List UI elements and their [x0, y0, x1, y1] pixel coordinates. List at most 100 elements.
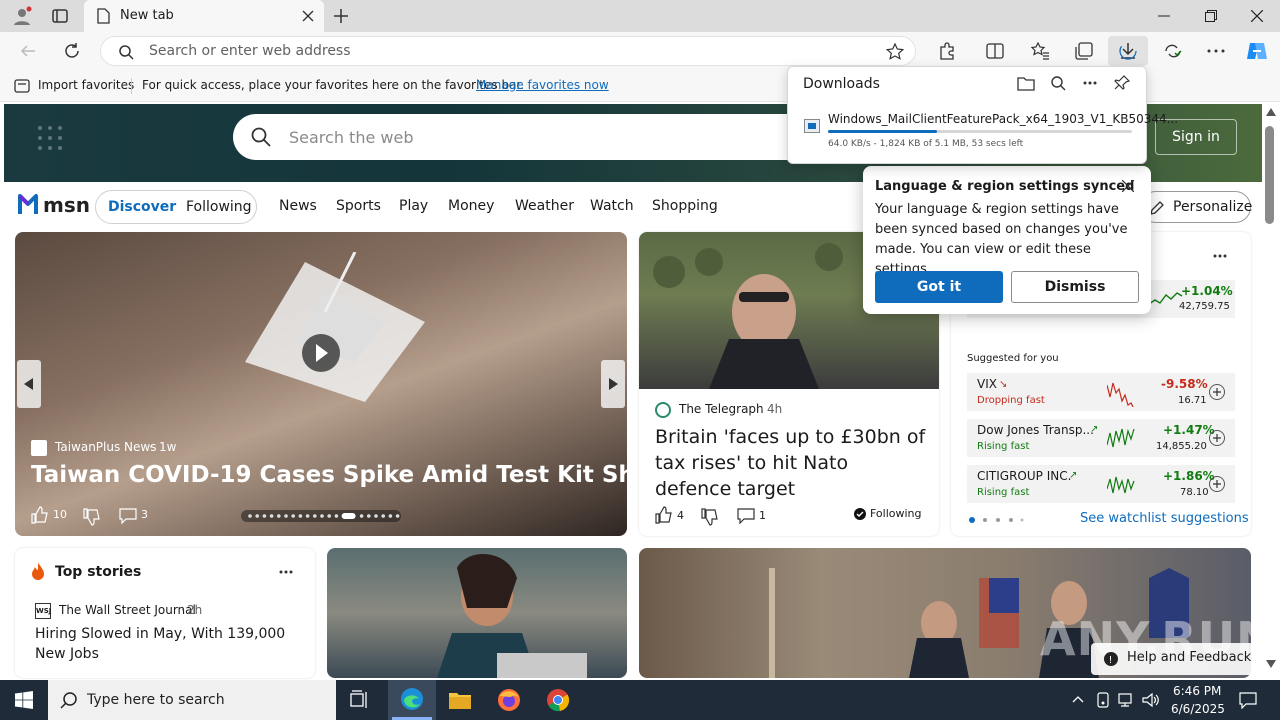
- tray-device-icon[interactable]: [1096, 692, 1110, 708]
- play-video-icon[interactable]: [301, 333, 341, 373]
- more-options-icon[interactable]: [1207, 49, 1225, 53]
- story-source[interactable]: The Telegraph: [679, 402, 764, 416]
- dislike-icon[interactable]: [83, 508, 101, 526]
- pin-icon[interactable]: [1114, 75, 1130, 91]
- pager-dot[interactable]: [374, 514, 378, 518]
- page-scrollbar[interactable]: [1262, 104, 1280, 676]
- pager-dot[interactable]: [395, 514, 400, 518]
- dismiss-button[interactable]: Dismiss: [1011, 271, 1139, 303]
- pager-dot[interactable]: [320, 514, 324, 518]
- story-source[interactable]: TaiwanPlus News: [55, 440, 156, 454]
- address-bar[interactable]: Search or enter web address: [100, 36, 916, 66]
- main-story-card[interactable]: TaiwanPlus News · 1w Taiwan COVID-19 Cas…: [15, 232, 627, 536]
- pager-dot[interactable]: [291, 514, 295, 518]
- watchlist-row-citi[interactable]: CITIGROUP INC. ↗ Rising fast +1.86% 78.1…: [967, 465, 1235, 503]
- profile-icon[interactable]: [12, 6, 32, 26]
- add-favorite-icon[interactable]: [886, 43, 904, 61]
- favorites-icon[interactable]: [1031, 42, 1049, 60]
- clock-time[interactable]: 6:46 PM: [1173, 684, 1221, 698]
- scroll-down-icon[interactable]: [1266, 660, 1276, 668]
- tab-new-tab[interactable]: New tab: [84, 0, 324, 32]
- open-folder-icon[interactable]: [1017, 75, 1035, 91]
- more-options-icon[interactable]: [279, 570, 293, 574]
- new-tab-icon[interactable]: [333, 8, 349, 24]
- watchlist-pager[interactable]: [969, 516, 1029, 524]
- pager-dot[interactable]: [334, 514, 339, 518]
- nav-news[interactable]: News: [279, 198, 317, 214]
- web-search-box[interactable]: Search the web: [233, 114, 833, 160]
- pager-dot[interactable]: [327, 514, 331, 518]
- pager-dot[interactable]: [305, 514, 310, 518]
- tab-discover[interactable]: Discover: [108, 199, 176, 215]
- refresh-icon[interactable]: [63, 42, 81, 60]
- add-watchlist-icon[interactable]: [1209, 384, 1225, 400]
- windows-start-icon[interactable]: [15, 691, 33, 709]
- close-window-icon[interactable]: [1251, 10, 1263, 22]
- carousel-prev-button[interactable]: [17, 360, 41, 408]
- taskbar-edge-button[interactable]: [388, 680, 436, 720]
- pager-dot[interactable]: [277, 514, 281, 518]
- download-file-name[interactable]: Windows_MailClientFeaturePack_x64_1903_V…: [828, 112, 1178, 126]
- like-icon[interactable]: [31, 506, 49, 524]
- story-headline[interactable]: Britain 'faces up to £30bn of tax rises'…: [655, 424, 929, 502]
- collections-icon[interactable]: [1075, 42, 1093, 60]
- pager-dot[interactable]: [298, 514, 303, 518]
- file-explorer-icon[interactable]: [448, 689, 472, 711]
- network-icon[interactable]: [1118, 692, 1136, 708]
- pager-dot[interactable]: [359, 514, 364, 518]
- notifications-icon[interactable]: [1239, 691, 1257, 709]
- watchlist-row-dow[interactable]: Dow Jones Transp... ↗ Rising fast +1.47%…: [967, 419, 1235, 457]
- got-it-button[interactable]: Got it: [875, 271, 1003, 303]
- clock-date[interactable]: 6/6/2025: [1171, 702, 1225, 716]
- add-watchlist-icon[interactable]: [1209, 476, 1225, 492]
- following-label[interactable]: Following: [870, 507, 922, 520]
- minimize-icon[interactable]: [1158, 15, 1170, 17]
- scroll-up-icon[interactable]: [1266, 108, 1276, 116]
- close-icon[interactable]: [1122, 180, 1134, 192]
- firefox-icon[interactable]: [497, 688, 521, 712]
- nav-money[interactable]: Money: [448, 198, 494, 214]
- tab-following[interactable]: Following: [186, 199, 252, 215]
- pager-dot[interactable]: [262, 514, 267, 518]
- apps-grid-icon[interactable]: [34, 122, 66, 154]
- split-screen-icon[interactable]: [986, 42, 1004, 60]
- story-headline[interactable]: Taiwan COVID-19 Cases Spike Amid Test Ki…: [31, 462, 627, 488]
- msn-logo[interactable]: [16, 190, 42, 218]
- pager-dot[interactable]: [269, 514, 274, 518]
- carousel-pager[interactable]: [241, 510, 401, 522]
- nav-sports[interactable]: Sports: [336, 198, 381, 214]
- watchlist-row-vix[interactable]: VIX ↘ Dropping fast -9.58% 16.71: [967, 373, 1235, 411]
- extensions-icon[interactable]: [938, 42, 956, 60]
- pager-dot[interactable]: [255, 514, 259, 518]
- back-icon[interactable]: [20, 43, 36, 59]
- dislike-icon[interactable]: [701, 508, 719, 526]
- nav-watch[interactable]: Watch: [590, 198, 634, 214]
- copilot-icon[interactable]: [1245, 39, 1269, 63]
- carousel-next-button[interactable]: [601, 360, 625, 408]
- more-options-icon[interactable]: [1213, 254, 1227, 258]
- task-view-icon[interactable]: [350, 690, 370, 710]
- help-feedback-button[interactable]: ! Help and Feedback: [1091, 643, 1254, 675]
- chrome-icon[interactable]: [546, 688, 570, 712]
- add-watchlist-icon[interactable]: [1209, 430, 1225, 446]
- pager-dot[interactable]: [248, 514, 252, 518]
- comment-icon[interactable]: [119, 508, 137, 524]
- manage-favorites-link[interactable]: Manage favorites now: [476, 78, 609, 92]
- downloads-button[interactable]: [1108, 36, 1148, 66]
- tray-chevron-icon[interactable]: [1072, 695, 1084, 703]
- taskbar-search-box[interactable]: Type here to search: [48, 680, 336, 720]
- browser-essentials-icon[interactable]: [1163, 42, 1183, 60]
- nav-weather[interactable]: Weather: [515, 198, 574, 214]
- like-icon[interactable]: [655, 506, 673, 524]
- search-downloads-icon[interactable]: [1050, 75, 1066, 91]
- import-favorites-link[interactable]: Import favorites: [38, 78, 134, 92]
- nav-play[interactable]: Play: [399, 198, 428, 214]
- pager-dot[interactable]: [367, 514, 371, 518]
- restore-icon[interactable]: [1205, 10, 1217, 22]
- volume-icon[interactable]: [1142, 692, 1160, 708]
- pager-dot[interactable]: [388, 514, 393, 518]
- close-tab-icon[interactable]: [302, 10, 314, 22]
- personalize-button[interactable]: Personalize: [1140, 191, 1252, 223]
- pager-dot[interactable]: [381, 514, 385, 518]
- scroll-thumb[interactable]: [1265, 126, 1274, 224]
